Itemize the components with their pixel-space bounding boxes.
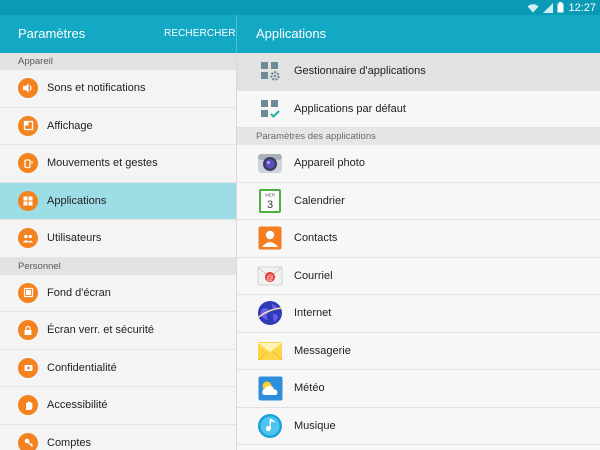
sidebar-item-accounts[interactable]: Comptes	[0, 425, 236, 450]
sidebar-item-label: Affichage	[47, 119, 93, 132]
app-bar: Paramètres RECHERCHER Applications	[0, 15, 600, 53]
lock-icon	[18, 320, 38, 341]
app-item-label: Calendrier	[294, 194, 345, 207]
default-apps-icon	[257, 96, 283, 122]
app-manager-icon	[257, 58, 283, 84]
page-title: Applications	[256, 26, 327, 41]
default-apps-label: Applications par défaut	[294, 102, 406, 115]
calendar-icon: MER 3	[257, 188, 283, 214]
sidebar-item-sounds[interactable]: Sons et notifications	[0, 70, 236, 108]
app-item-contacts[interactable]: Contacts	[237, 220, 600, 258]
sidebar-item-label: Mouvements et gestes	[47, 157, 158, 170]
music-icon	[257, 413, 283, 439]
status-icons: 12:27	[527, 1, 596, 14]
messaging-icon	[257, 338, 283, 364]
hand-icon	[18, 395, 38, 416]
default-apps-item[interactable]: Applications par défaut	[237, 91, 600, 128]
sidebar-item-users[interactable]: Utilisateurs	[0, 220, 236, 258]
app-manager-label: Gestionnaire d'applications	[294, 65, 426, 78]
sidebar-item-label: Accessibilité	[47, 399, 108, 412]
contacts-icon	[257, 225, 283, 251]
app-item-label: Appareil photo	[294, 157, 365, 170]
sidebar-item-accessibility[interactable]: Accessibilité	[0, 387, 236, 425]
applications-panel: Gestionnaire d'applications Applications…	[237, 53, 600, 450]
wallpaper-icon	[18, 282, 38, 303]
app-item-weather[interactable]: Météo	[237, 370, 600, 408]
sidebar-item-label: Fond d'écran	[47, 286, 111, 299]
app-item-label: Météo	[294, 382, 325, 395]
sidebar-item-label: Applications	[47, 194, 107, 207]
weather-icon	[257, 375, 283, 401]
sidebar-item-applications[interactable]: Applications	[0, 182, 236, 220]
sidebar-item-label: Écran verr. et sécurité	[47, 324, 154, 337]
settings-sidebar: Appareil Sons et notifications Affichage…	[0, 53, 237, 450]
app-item-label: Messagerie	[294, 344, 351, 357]
settings-title: Paramètres	[18, 26, 86, 41]
app-settings-section-header: Paramètres des applications	[237, 128, 600, 145]
camera-icon	[257, 150, 283, 176]
app-item-label: Internet	[294, 307, 332, 320]
signal-icon	[543, 2, 554, 13]
internet-globe-icon	[257, 300, 283, 326]
section-header-personal: Personnel	[0, 257, 236, 275]
sidebar-item-lockscreen[interactable]: Écran verr. et sécurité	[0, 312, 236, 350]
app-item-label: Courriel	[294, 269, 333, 282]
search-button[interactable]: RECHERCHER	[164, 28, 236, 39]
app-item-calendar[interactable]: MER 3 Calendrier	[237, 183, 600, 220]
battery-icon	[557, 2, 564, 13]
app-item-camera[interactable]: Appareil photo	[237, 145, 600, 183]
app-item-label: Contacts	[294, 232, 338, 245]
status-bar: 12:27	[0, 0, 600, 15]
app-item-label: Musique	[294, 419, 336, 432]
app-manager-item[interactable]: Gestionnaire d'applications	[237, 53, 600, 91]
sidebar-item-label: Confidentialité	[47, 361, 117, 374]
wifi-icon	[527, 3, 539, 12]
sidebar-item-privacy[interactable]: Confidentialité	[0, 350, 236, 387]
sidebar-item-wallpaper[interactable]: Fond d'écran	[0, 275, 236, 312]
calendar-day-text: 3	[267, 199, 273, 211]
privacy-icon	[18, 357, 38, 378]
sidebar-item-label: Sons et notifications	[47, 82, 146, 95]
app-item-messaging[interactable]: Messagerie	[237, 333, 600, 370]
sidebar-item-label: Utilisateurs	[47, 232, 102, 245]
app-item-music[interactable]: Musique	[237, 408, 600, 445]
sidebar-item-display[interactable]: Affichage	[0, 108, 236, 145]
sidebar-item-label: Comptes	[47, 436, 92, 449]
svg-text:@: @	[266, 275, 273, 282]
key-icon	[18, 432, 38, 450]
apps-grid-icon	[18, 190, 38, 211]
gesture-icon	[18, 153, 38, 174]
status-time: 12:27	[568, 1, 596, 14]
app-item-email[interactable]: @ Courriel	[237, 258, 600, 295]
email-icon: @	[257, 263, 283, 289]
display-icon	[18, 115, 38, 136]
section-header-device: Appareil	[0, 53, 236, 70]
sidebar-item-motions[interactable]: Mouvements et gestes	[0, 145, 236, 183]
app-item-internet[interactable]: Internet	[237, 295, 600, 333]
volume-icon	[18, 78, 38, 99]
pane-divider	[236, 15, 237, 53]
calendar-month-text: MER	[265, 192, 276, 197]
users-icon	[18, 228, 38, 249]
